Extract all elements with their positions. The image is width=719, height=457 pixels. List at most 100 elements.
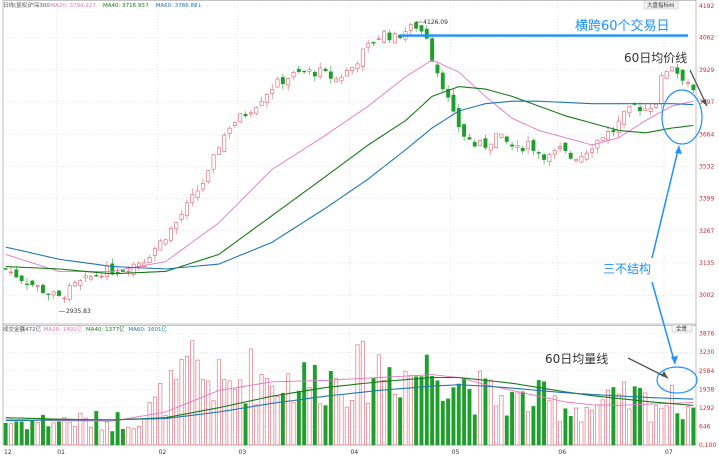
candle-body — [62, 297, 67, 300]
volume-bar — [462, 378, 467, 446]
volume-bar — [184, 356, 189, 446]
volume-bar — [291, 402, 296, 446]
candle-body — [504, 136, 509, 142]
candle-body — [19, 275, 24, 281]
price-header-item: MA40: 3716.93↑ — [103, 2, 149, 9]
candle-body — [638, 106, 642, 112]
volume-bar — [579, 421, 584, 446]
volume-bar — [355, 344, 360, 446]
volume-bar — [62, 417, 67, 446]
span-60-days-label: 横跨60个交易日 — [575, 18, 670, 34]
volume-bar — [115, 412, 120, 446]
volume-tick-label: 1292 — [699, 405, 714, 412]
candle-body — [600, 137, 605, 141]
volume-bar — [120, 428, 125, 446]
candle-body — [472, 141, 477, 147]
candle-body — [238, 113, 243, 123]
volume-bar — [478, 370, 483, 446]
x-tick-label: 03 — [239, 449, 247, 456]
price-tick-label: 3929 — [699, 67, 714, 74]
volume-bar — [227, 380, 232, 446]
candle-body — [259, 101, 264, 107]
candle-body — [424, 28, 429, 39]
volume-bar — [403, 370, 408, 446]
volume-bar — [136, 425, 141, 446]
candle-body — [51, 291, 56, 296]
candle-body — [408, 24, 413, 31]
candle-body — [344, 70, 349, 77]
volume-bar — [275, 396, 280, 446]
candle-body — [478, 140, 483, 146]
volume-bar — [248, 348, 253, 446]
candle-body — [46, 293, 51, 296]
candle-body — [558, 146, 563, 149]
candle-body — [659, 75, 664, 105]
volume-bar — [200, 379, 205, 446]
price-header-item: MA20: 3794.22↑ — [50, 2, 96, 9]
candle-body — [414, 22, 419, 29]
volume-bar — [675, 413, 680, 446]
volume-bar — [312, 364, 317, 446]
candle-body — [382, 30, 387, 43]
candle-body — [222, 134, 227, 152]
top-right-button-label: 大盘指标纠 — [647, 1, 675, 9]
volume-bar — [584, 407, 589, 446]
candle-body — [3, 268, 8, 270]
volume-header-item: MA60: 1601亿 — [128, 325, 167, 333]
candle-body — [691, 84, 696, 91]
volume-bar — [318, 403, 323, 446]
x-tick-label: 01 — [57, 449, 65, 456]
candle-body — [542, 154, 547, 160]
candle-body — [67, 285, 72, 300]
volume-header-item: 1472亿 — [22, 325, 42, 333]
volume-bar — [515, 392, 520, 446]
volume-bar — [552, 395, 557, 446]
candle-body — [78, 280, 83, 286]
volume-bar — [25, 429, 29, 446]
candle-body — [435, 64, 440, 74]
volume-bar — [360, 340, 365, 446]
price-header-item: 日线(复权) — [3, 1, 29, 9]
price-tick-label: 3399 — [699, 196, 714, 203]
candle-body — [494, 133, 499, 148]
candle-body — [387, 32, 392, 41]
volume-bar — [408, 375, 413, 446]
volume-bar — [142, 418, 147, 446]
volume-bar — [499, 395, 504, 446]
candle-body — [120, 270, 125, 272]
price-tick-label: 3532 — [699, 163, 714, 170]
candle-body — [552, 150, 557, 155]
candle-body — [536, 152, 541, 154]
volume-bar — [344, 406, 349, 446]
candle-body — [174, 222, 179, 230]
volume-header-item: MA20: 1491亿 — [44, 325, 83, 333]
volume-bar — [83, 417, 88, 446]
candle-body — [488, 143, 493, 151]
point-label: 2935.83 — [66, 308, 91, 315]
candle-body — [611, 129, 616, 133]
volume-bar — [14, 421, 19, 446]
volume-bar — [622, 381, 626, 446]
candle-body — [211, 154, 216, 170]
volume-bar — [451, 387, 456, 446]
volume-bar — [19, 421, 24, 446]
candle-body — [25, 283, 29, 286]
three-no-up-arrowhead — [675, 146, 682, 154]
price-tick-label: 4192 — [699, 3, 714, 10]
candle-body — [14, 269, 19, 278]
candle-body — [419, 25, 424, 32]
volume-bar — [547, 400, 552, 446]
price-tick-label: 3664 — [699, 131, 714, 138]
candle-body — [248, 112, 253, 115]
volume-bar — [179, 359, 184, 446]
candle-body — [462, 124, 467, 137]
three-no-up-arrow — [651, 145, 680, 259]
candle-body — [291, 72, 296, 78]
volume-bar — [126, 426, 131, 446]
volume-bar — [67, 421, 72, 446]
volume-bar — [174, 378, 179, 446]
volume-bar — [9, 423, 13, 446]
volume-bar — [168, 370, 173, 446]
candle-body — [670, 66, 674, 72]
candle-body — [328, 71, 333, 79]
